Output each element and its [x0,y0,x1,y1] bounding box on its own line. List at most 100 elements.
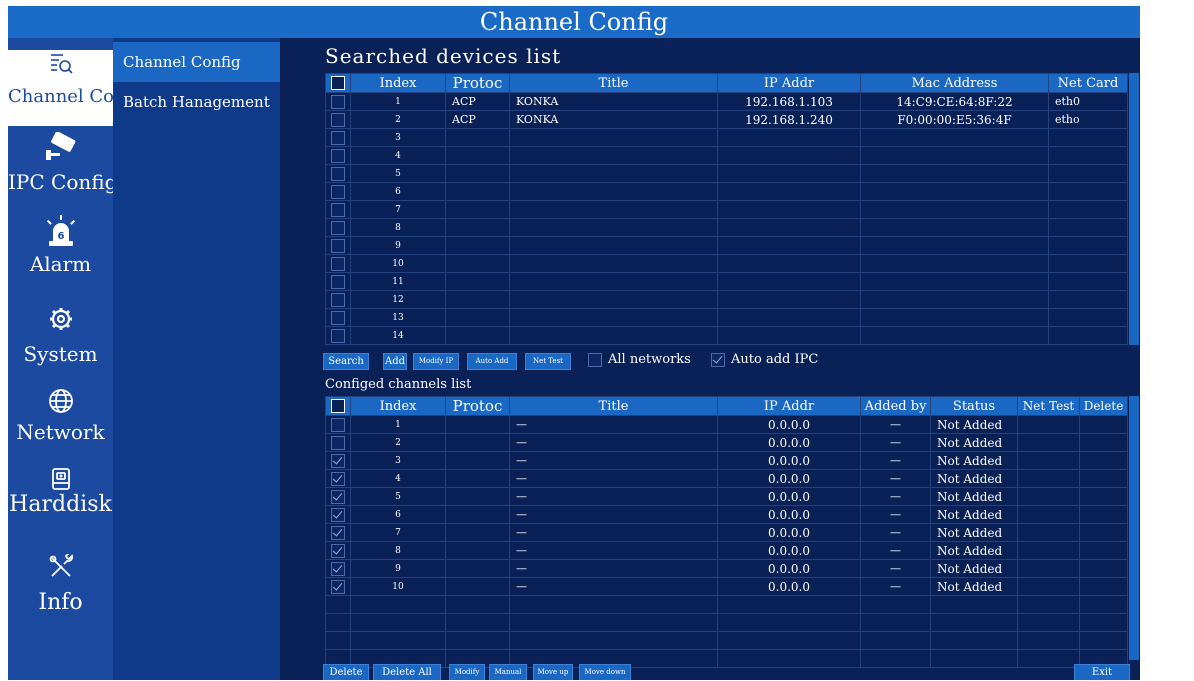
nav-ipc-config[interactable]: IPC Config [8,132,117,204]
table-row[interactable]: 10—0.0.0.0— Not Added [325,577,1128,596]
row-checkbox[interactable] [331,220,345,235]
table-row[interactable]: 2 ACP KONKA 192.168.1.240 F0:00:00:E5:36:4F e… [325,110,1128,129]
nav-info[interactable]: Info [8,554,113,632]
row-checkbox[interactable] [331,435,345,450]
delete-cell[interactable] [1079,559,1128,578]
row-checkbox-cell[interactable] [325,92,351,111]
table-row[interactable]: 11 [325,272,1128,291]
auto-add-button[interactable]: Auto Add [467,353,517,370]
row-checkbox[interactable] [331,579,345,594]
table-row[interactable]: 5 [325,164,1128,183]
delete-cell[interactable] [1079,433,1128,452]
configured-list-scrollbar[interactable] [1129,396,1139,660]
row-checkbox-cell[interactable] [325,415,351,434]
delete-cell[interactable] [1079,451,1128,470]
table-row[interactable]: 5—0.0.0.0— Not Added [325,487,1128,506]
nav-channel-config[interactable]: Channel Co [8,50,114,126]
row-checkbox[interactable] [331,525,345,540]
select-all-checkbox[interactable] [331,76,345,90]
row-checkbox-cell[interactable] [325,146,351,165]
row-checkbox[interactable] [331,471,345,486]
modify-ip-button[interactable]: Modify IP [413,353,459,370]
row-checkbox[interactable] [331,274,345,289]
searched-list-scrollbar[interactable] [1129,73,1139,345]
row-checkbox-cell[interactable] [325,272,351,291]
table-row[interactable]: 13 [325,308,1128,327]
table-row[interactable]: 7—0.0.0.0— Not Added [325,523,1128,542]
table-row[interactable]: 1—0.0.0.0— Not Added [325,415,1128,434]
net-test-cell[interactable] [1017,523,1080,542]
row-checkbox[interactable] [331,489,345,504]
table-row[interactable]: 8—0.0.0.0— Not Added [325,541,1128,560]
net-test-cell[interactable] [1017,505,1080,524]
all-networks-option[interactable]: All networks [588,352,691,367]
nav-network[interactable]: Network [8,388,113,458]
net-test-cell[interactable] [1017,433,1080,452]
net-test-button[interactable]: Net Test [525,353,571,370]
delete-cell[interactable] [1079,487,1128,506]
table-row[interactable]: 9 [325,236,1128,255]
row-checkbox[interactable] [331,184,345,199]
row-checkbox-cell[interactable] [325,200,351,219]
table-row[interactable]: 8 [325,218,1128,237]
delete-cell[interactable] [1079,505,1128,524]
move-down-button[interactable]: Move down [579,664,631,680]
submenu-channel-config[interactable]: Channel Config [113,42,280,82]
row-checkbox[interactable] [331,292,345,307]
row-checkbox[interactable] [331,417,345,432]
row-checkbox[interactable] [331,94,345,109]
table-row[interactable]: 14 [325,326,1128,345]
row-checkbox[interactable] [331,328,345,343]
nav-alarm[interactable]: 6 Alarm [8,214,113,292]
nav-system[interactable]: System [8,306,113,376]
row-checkbox-cell[interactable] [325,487,351,506]
table-row[interactable]: 6 [325,182,1128,201]
table-row[interactable]: 3—0.0.0.0— Not Added [325,451,1128,470]
net-test-cell[interactable] [1017,559,1080,578]
table-row[interactable]: 4—0.0.0.0— Not Added [325,469,1128,488]
row-checkbox[interactable] [331,166,345,181]
row-checkbox[interactable] [331,561,345,576]
row-checkbox[interactable] [331,507,345,522]
modify-button[interactable]: Modify [449,664,485,680]
delete-button[interactable]: Delete [323,664,369,680]
submenu-batch-management[interactable]: Batch Hanagement [113,82,280,122]
delete-cell[interactable] [1079,541,1128,560]
row-checkbox-cell[interactable] [325,110,351,129]
delete-cell[interactable] [1079,469,1128,488]
select-all-header[interactable] [325,73,351,93]
table-row[interactable]: 6—0.0.0.0— Not Added [325,505,1128,524]
nav-harddisk[interactable]: Harddisk [8,466,113,542]
row-checkbox[interactable] [331,310,345,325]
row-checkbox-cell[interactable] [325,326,351,345]
net-test-cell[interactable] [1017,487,1080,506]
auto-add-ipc-option[interactable]: Auto add IPC [711,352,818,367]
row-checkbox-cell[interactable] [325,433,351,452]
net-test-cell[interactable] [1017,541,1080,560]
row-checkbox[interactable] [331,148,345,163]
row-checkbox[interactable] [331,112,345,127]
row-checkbox-cell[interactable] [325,218,351,237]
row-checkbox-cell[interactable] [325,469,351,488]
row-checkbox-cell[interactable] [325,254,351,273]
row-checkbox-cell[interactable] [325,451,351,470]
row-checkbox[interactable] [331,238,345,253]
row-checkbox-cell[interactable] [325,577,351,596]
select-all-checkbox[interactable] [331,399,345,413]
table-row[interactable]: 2—0.0.0.0— Not Added [325,433,1128,452]
table-row[interactable]: 7 [325,200,1128,219]
net-test-cell[interactable] [1017,451,1080,470]
search-button[interactable]: Search [323,353,369,370]
net-test-cell[interactable] [1017,415,1080,434]
delete-cell[interactable] [1079,415,1128,434]
row-checkbox[interactable] [331,453,345,468]
delete-cell[interactable] [1079,523,1128,542]
table-row[interactable]: 10 [325,254,1128,273]
row-checkbox[interactable] [331,202,345,217]
row-checkbox-cell[interactable] [325,308,351,327]
row-checkbox-cell[interactable] [325,182,351,201]
exit-button[interactable]: Exit [1074,664,1130,680]
row-checkbox[interactable] [331,256,345,271]
select-all-header[interactable] [325,396,351,416]
table-row[interactable]: 9—0.0.0.0— Not Added [325,559,1128,578]
